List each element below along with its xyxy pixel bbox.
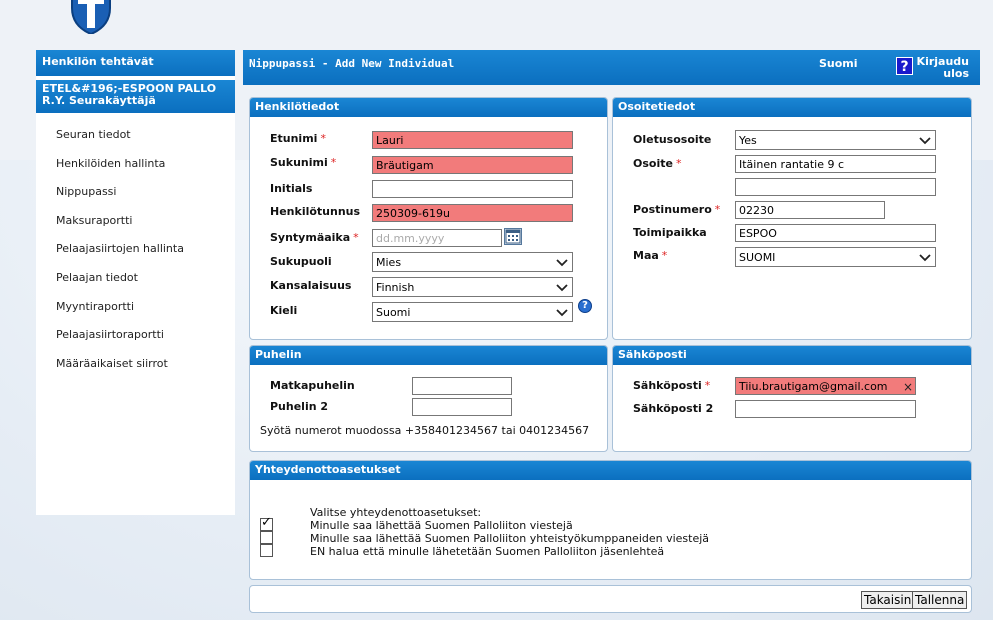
chevron-down-icon bbox=[556, 259, 568, 267]
email-heading: Sähköposti bbox=[613, 346, 971, 365]
action-bar: Takaisin Tallenna bbox=[249, 585, 972, 613]
address-label: Osoite * bbox=[633, 157, 682, 170]
checkbox-palloliitto-messages[interactable]: ✓ bbox=[260, 515, 273, 531]
sidebar-item-pelaajasiirtoraportti[interactable]: Pelaajasiirtoraportti bbox=[36, 321, 235, 350]
chevron-down-icon bbox=[919, 254, 931, 262]
chevron-down-icon bbox=[556, 309, 568, 317]
sidebar-item-maaraaikaiset-siirrot[interactable]: Määräaikaiset siirrot bbox=[36, 350, 235, 379]
address-panel: Osoitetiedot Oletusosoite Yes Osoite * It… bbox=[612, 97, 972, 340]
city-input[interactable]: ESPOO bbox=[735, 224, 936, 242]
last-name-label: Sukunimi * bbox=[270, 156, 337, 169]
option-partner-messages-label: Minulle saa lähettää Suomen Palloliiton … bbox=[310, 532, 710, 545]
language-select[interactable]: Suomi bbox=[372, 302, 573, 322]
sidebar-item-myyntiraportti[interactable]: Myyntiraportti bbox=[36, 293, 235, 322]
country-select[interactable]: SUOMI bbox=[735, 247, 936, 267]
required-mark: * bbox=[714, 203, 721, 216]
nationality-select[interactable]: Finnish bbox=[372, 277, 573, 297]
default-address-select[interactable]: Yes bbox=[735, 130, 936, 150]
gender-select-value: Mies bbox=[376, 256, 402, 269]
nationality-select-value: Finnish bbox=[376, 281, 415, 294]
first-name-label: Etunimi * bbox=[270, 132, 326, 145]
phone2-label: Puhelin 2 bbox=[270, 400, 329, 413]
page-title: Nippupassi - Add New Individual bbox=[249, 57, 455, 70]
contact-preferences-heading: Yhteydenottoasetukset bbox=[250, 461, 971, 480]
required-mark: * bbox=[661, 249, 668, 262]
back-button[interactable]: Takaisin bbox=[861, 591, 915, 609]
option-no-magazine-label: EN halua että minulle lähetetään Suomen … bbox=[310, 545, 665, 558]
contact-preferences-panel: Yhteydenottoasetukset Valitse yhteydenot… bbox=[249, 460, 972, 580]
checkbox-no-magazine[interactable] bbox=[260, 544, 273, 557]
main-header: Nippupassi - Add New Individual Suomi ? … bbox=[243, 50, 980, 85]
chevron-down-icon bbox=[919, 137, 931, 145]
chevron-down-icon bbox=[556, 284, 568, 292]
language-select-value: Suomi bbox=[376, 306, 411, 319]
save-button[interactable]: Tallenna bbox=[912, 591, 968, 609]
initials-label: Initials bbox=[270, 182, 313, 195]
country-label: Maa * bbox=[633, 249, 668, 262]
email2-input[interactable] bbox=[735, 400, 916, 418]
email2-label: Sähköposti 2 bbox=[633, 402, 714, 415]
personal-info-panel: Henkilötiedot Etunimi * Lauri Sukunimi * B… bbox=[249, 97, 608, 340]
postal-code-input[interactable]: 02230 bbox=[735, 201, 885, 219]
default-address-label: Oletusosoite bbox=[633, 133, 712, 146]
nationality-label: Kansalaisuus bbox=[270, 279, 352, 292]
first-name-input[interactable]: Lauri bbox=[372, 131, 573, 149]
required-mark: * bbox=[320, 132, 326, 145]
sidebar-item-seuran-tiedot[interactable]: Seuran tiedot bbox=[36, 121, 235, 150]
phone-format-hint: Syötä numerot muodossa +358401234567 tai… bbox=[260, 424, 590, 437]
address-line1-input[interactable]: Itäinen rantatie 9 c bbox=[735, 155, 936, 173]
address-heading: Osoitetiedot bbox=[613, 98, 971, 117]
ssn-input[interactable]: 250309-619u bbox=[372, 204, 573, 222]
email-panel: Sähköposti Sähköposti * Tiiu.brautigam@gm… bbox=[612, 345, 972, 452]
required-mark: * bbox=[353, 231, 359, 244]
birthdate-input[interactable]: dd.mm.yyyy bbox=[372, 229, 502, 247]
email-label: Sähköposti * bbox=[633, 379, 711, 392]
info-icon[interactable]: ? bbox=[578, 299, 592, 313]
country-select-value: SUOMI bbox=[739, 251, 776, 264]
gender-select[interactable]: Mies bbox=[372, 252, 573, 272]
contact-preferences-intro: Valitse yhteydenottoasetukset: bbox=[310, 506, 482, 519]
required-mark: * bbox=[330, 156, 337, 169]
required-mark: * bbox=[675, 157, 682, 170]
postal-code-label: Postinumero * bbox=[633, 203, 721, 216]
mobile-label: Matkapuhelin bbox=[270, 379, 355, 392]
mobile-input[interactable] bbox=[412, 377, 512, 395]
language-link[interactable]: Suomi bbox=[819, 57, 858, 70]
sidebar-item-pelaajan-tiedot[interactable]: Pelaajan tiedot bbox=[36, 264, 235, 293]
sidebar-item-nippupassi[interactable]: Nippupassi bbox=[36, 178, 235, 207]
calendar-icon[interactable] bbox=[504, 228, 522, 245]
initials-input[interactable] bbox=[372, 180, 573, 198]
sidebar-item-maksuraportti[interactable]: Maksuraportti bbox=[36, 207, 235, 236]
help-question-icon[interactable]: ? bbox=[896, 57, 913, 75]
phone2-input[interactable] bbox=[412, 398, 512, 416]
option-palloliitto-messages-label: Minulle saa lähettää Suomen Palloliiton … bbox=[310, 519, 573, 532]
ssn-label: Henkilötunnus bbox=[270, 205, 361, 218]
language-label: Kieli bbox=[270, 304, 298, 317]
sidebar-menu: Seuran tiedot Henkilöiden hallinta Nippu… bbox=[36, 113, 235, 378]
logout-link[interactable]: Kirjaudu ulos bbox=[915, 56, 969, 80]
clear-icon[interactable]: × bbox=[903, 380, 913, 394]
sidebar-organization: ETEL&#196;-ESPOON PALLO R.Y. Seurakäyttä… bbox=[36, 80, 235, 113]
phone-panel: Puhelin Matkapuhelin Puhelin 2 Syötä num… bbox=[249, 345, 608, 452]
checkmark-icon: ✓ bbox=[261, 515, 272, 530]
sidebar-item-pelaajasiirtojen-hallinta[interactable]: Pelaajasiirtojen hallinta bbox=[36, 235, 235, 264]
sidebar-title: Henkilön tehtävät bbox=[36, 50, 235, 80]
last-name-input[interactable]: Bräutigam bbox=[372, 156, 573, 174]
personal-info-heading: Henkilötiedot bbox=[250, 98, 607, 117]
required-mark: * bbox=[704, 379, 711, 392]
birthdate-label: Syntymäaika * bbox=[270, 231, 359, 244]
sidebar: Henkilön tehtävät ETEL&#196;-ESPOON PALL… bbox=[36, 50, 235, 515]
email-input[interactable]: Tiiu.brautigam@gmail.com bbox=[735, 377, 916, 395]
gender-label: Sukupuoli bbox=[270, 255, 332, 268]
address-line2-input[interactable] bbox=[735, 178, 936, 196]
club-logo bbox=[71, 0, 111, 34]
checkbox-partner-messages[interactable] bbox=[260, 531, 273, 544]
default-address-value: Yes bbox=[739, 134, 757, 147]
sidebar-item-henkiloiden-hallinta[interactable]: Henkilöiden hallinta bbox=[36, 150, 235, 179]
city-label: Toimipaikka bbox=[633, 226, 707, 239]
phone-heading: Puhelin bbox=[250, 346, 607, 365]
